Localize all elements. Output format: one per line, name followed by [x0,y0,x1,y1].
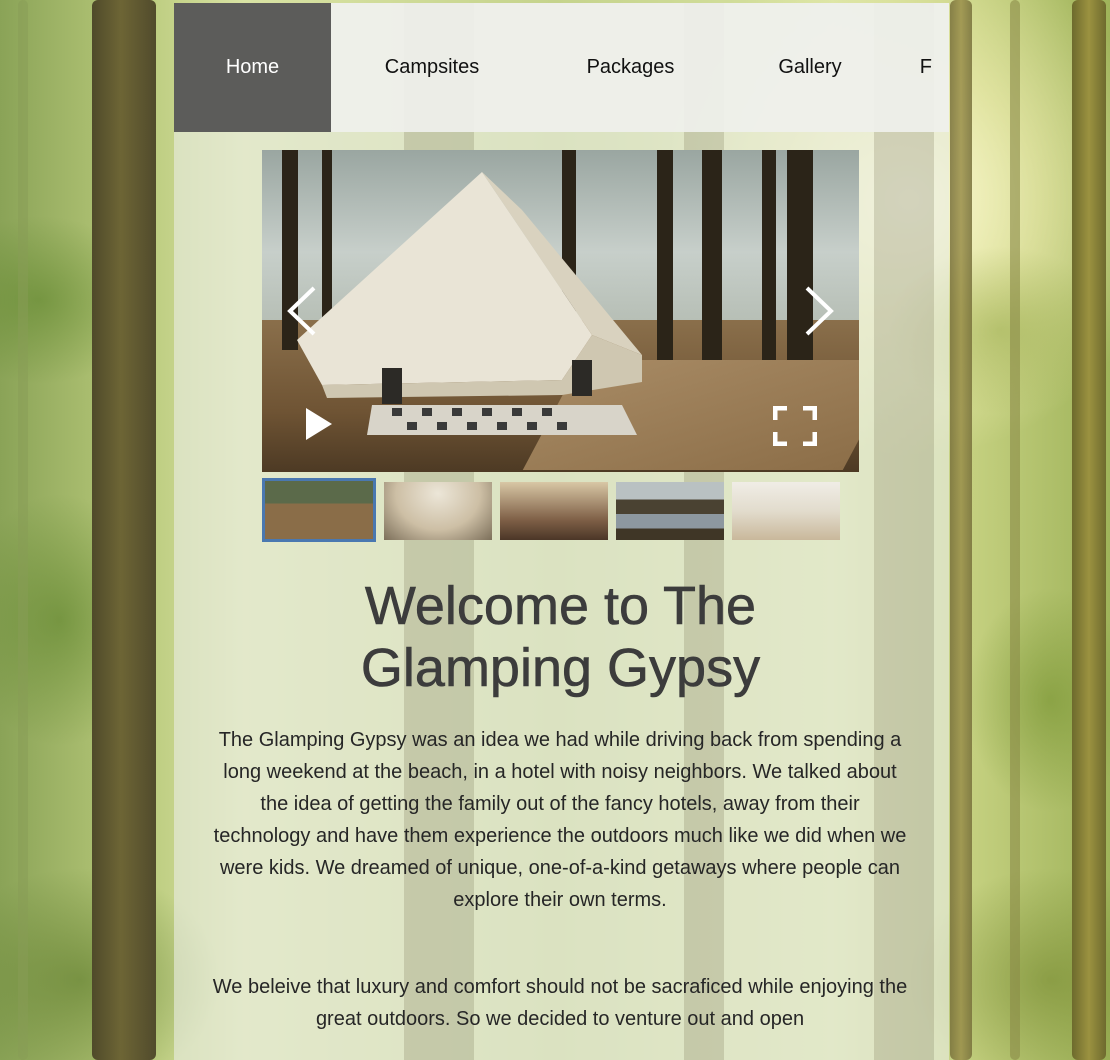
thumbnail-2[interactable] [384,482,492,540]
tent-illustration [297,172,642,435]
thumbnail-strip [262,476,859,546]
main-nav: Home Campsites Packages Gallery F [174,3,949,132]
slideshow[interactable] [262,150,859,472]
nav-item-truncated[interactable]: F [892,3,932,132]
nav-item-campsites[interactable]: Campsites [331,3,533,132]
chevron-right-icon[interactable] [801,286,835,336]
thumbnail-3[interactable] [500,482,608,540]
fullscreen-icon[interactable] [773,406,817,446]
intro-paragraph: The Glamping Gypsy was an idea we had wh… [213,729,907,911]
nav-item-packages[interactable]: Packages [533,3,728,132]
nav-item-gallery[interactable]: Gallery [728,3,892,132]
page-title: Welcome to The Glamping Gypsy [360,576,761,699]
chevron-left-icon[interactable] [286,286,320,336]
nav-item-home[interactable]: Home [174,3,331,132]
thumbnail-5[interactable] [732,482,840,540]
thumbnail-4[interactable] [616,482,724,540]
thumbnail-1[interactable] [262,478,376,542]
play-icon[interactable] [304,406,334,442]
second-paragraph: We beleive that luxury and comfort shoul… [212,976,908,1030]
